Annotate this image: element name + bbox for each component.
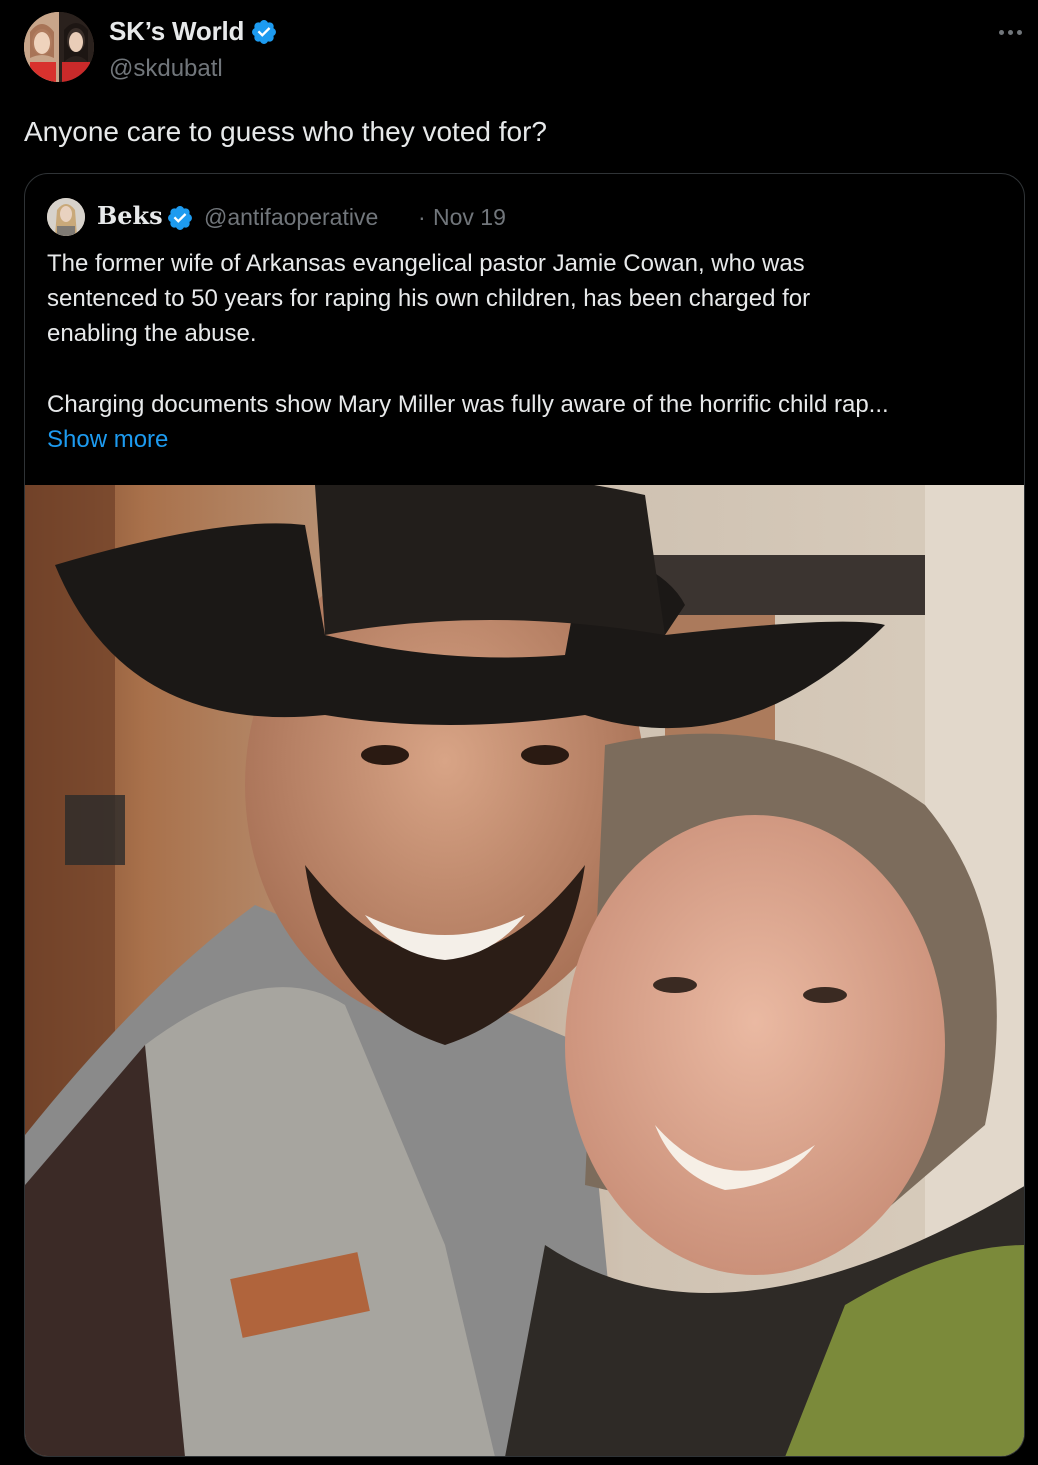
quoted-author-avatar[interactable] (47, 198, 85, 236)
photo-image (25, 485, 1024, 1456)
separator-dot: · (418, 204, 426, 230)
text-line: enabling the abuse. (47, 320, 257, 347)
quoted-tweet-text: The former wife of Arkansas evangelical … (47, 246, 1012, 457)
author-avatar[interactable] (24, 12, 94, 82)
verified-badge-icon (252, 19, 277, 44)
author-handle[interactable]: @skdubatl (109, 55, 223, 83)
author-name[interactable]: SK’s World (109, 16, 278, 47)
tweet-text: Anyone care to guess who they voted for? (24, 116, 547, 147)
more-horizontal-icon[interactable] (993, 20, 1027, 44)
quoted-tweet-date[interactable]: Nov 19 (433, 204, 506, 231)
quoted-author-handle[interactable]: @antifaoperative (204, 204, 378, 231)
quoted-author-name[interactable]: Beks (97, 201, 163, 230)
author-display-name[interactable]: SK’s World (109, 16, 244, 47)
quoted-tweet-photo[interactable] (25, 485, 1024, 1456)
verified-badge-icon (168, 206, 192, 230)
show-more-link[interactable]: Show more (47, 422, 1012, 457)
tweet: SK’s World @skdubatl Anyone care to gues… (0, 0, 1038, 1465)
profile-photo-icon (24, 12, 94, 82)
quoted-tweet[interactable]: Beks @antifaoperative · Nov 19 The forme… (24, 173, 1025, 1457)
text-line: The former wife of Arkansas evangelical … (47, 250, 805, 277)
text-line: sentenced to 50 years for raping his own… (47, 285, 811, 312)
profile-photo-icon (47, 198, 85, 236)
text-line: Charging documents show Mary Miller was … (47, 391, 889, 418)
